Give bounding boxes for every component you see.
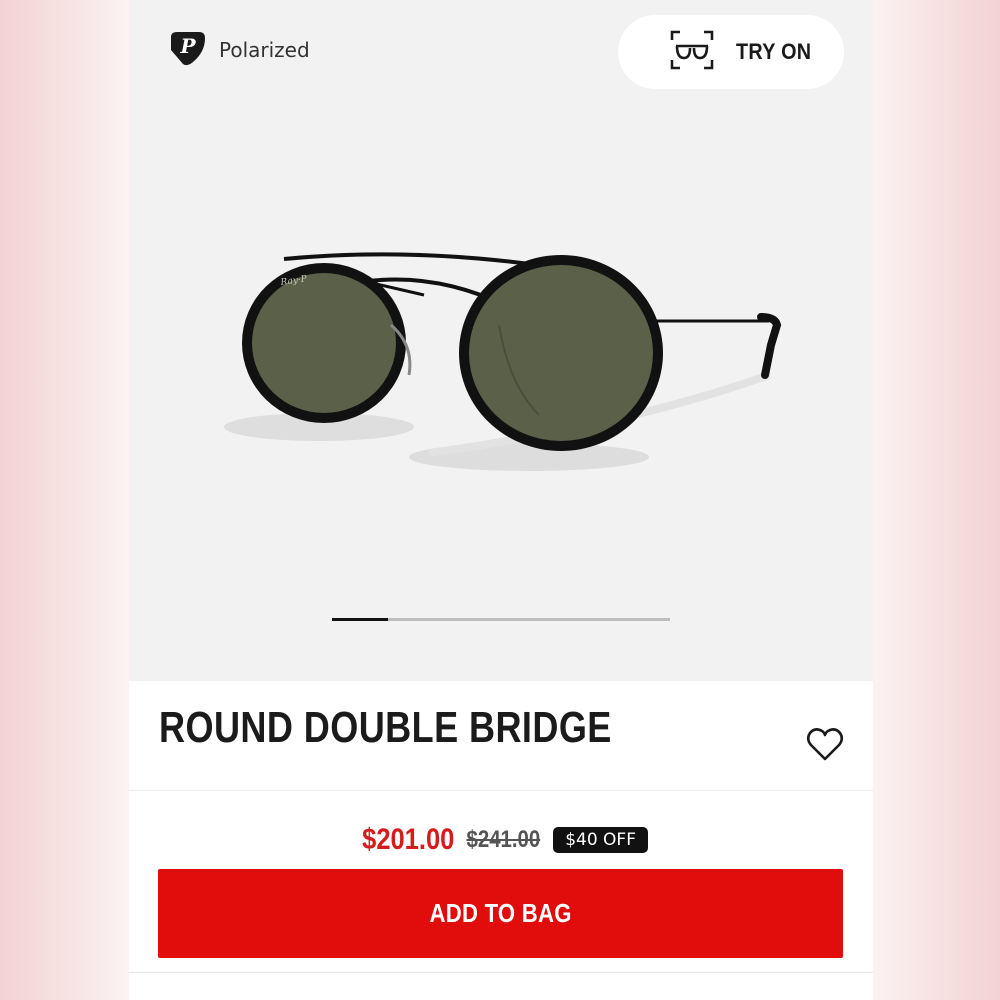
product-title: ROUND DOUBLE BRIDGE [159,703,612,752]
gallery-dot[interactable] [388,618,445,621]
try-on-glasses-icon [670,30,714,75]
product-header: ROUND DOUBLE BRIDGE [129,681,873,791]
gallery-dot[interactable] [444,618,501,621]
discount-badge: $40 OFF [553,827,648,853]
gallery-dot[interactable] [500,618,558,621]
product-gallery[interactable]: P Polarized TRY ON Ray·P [129,0,873,681]
divider [129,790,873,791]
add-to-bag-button[interactable]: ADD TO BAG [158,869,843,958]
gallery-dot[interactable] [557,618,614,621]
price-row: $201.00 $241.00 $40 OFF [129,820,873,860]
gallery-dot[interactable] [613,618,670,621]
polarized-label: Polarized [219,38,310,62]
svg-text:P: P [179,34,196,58]
current-price: $201.00 [362,823,455,856]
product-image: Ray·P [224,252,782,471]
product-page: P Polarized TRY ON Ray·P ROUND DOUBLE BR… [129,0,873,1000]
divider [129,972,873,973]
heart-icon[interactable] [805,725,845,765]
gallery-pagination [332,618,670,621]
try-on-label: TRY ON [736,39,812,64]
original-price: $241.00 [466,826,541,853]
add-to-bag-label: ADD TO BAG [429,898,572,928]
polarized-badge: P Polarized [167,30,310,70]
polarized-p-icon: P [167,28,207,73]
gallery-dot[interactable] [332,618,389,621]
try-on-button[interactable]: TRY ON [618,15,844,89]
